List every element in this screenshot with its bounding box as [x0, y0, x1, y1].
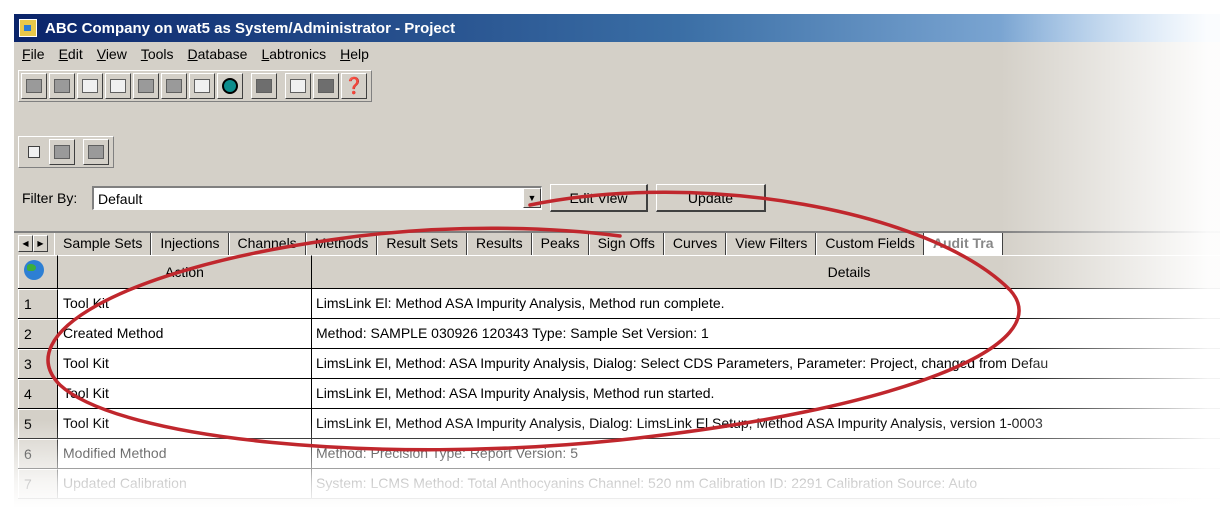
row-number[interactable]: 5 [18, 409, 58, 438]
window-min-icon[interactable] [83, 139, 109, 165]
app-icon [19, 19, 37, 37]
tab-peaks[interactable]: Peaks [531, 233, 589, 255]
cell-action[interactable]: Updated Calibration [58, 469, 312, 498]
save-icon[interactable] [21, 73, 47, 99]
help-cursor-icon[interactable]: ❓ [341, 73, 367, 99]
cell-details[interactable]: System: LCMS Method: Total Anthocyanins … [312, 469, 1220, 498]
tab-methods[interactable]: Methods [305, 233, 378, 255]
chevron-down-icon[interactable]: ▼ [523, 188, 541, 208]
menu-tools[interactable]: Tools [135, 46, 180, 62]
cell-details[interactable]: LimsLink El, Method: ASA Impurity Analys… [312, 349, 1220, 378]
cell-action[interactable]: Tool Kit [58, 289, 312, 318]
column-header-action[interactable]: Action [58, 255, 312, 288]
table-row[interactable]: 1 Tool Kit LimsLink El: Method ASA Impur… [18, 289, 1220, 319]
cell-details[interactable]: LimsLink El, Method: ASA Impurity Analys… [312, 379, 1220, 408]
cell-details[interactable]: Method: SAMPLE 030926 120343 Type: Sampl… [312, 319, 1220, 348]
filter-bar: Filter By: Default ▼ Edit View Update [14, 180, 1220, 218]
page-icon[interactable] [105, 73, 131, 99]
menu-bar: File Edit View Tools Database Labtronics… [14, 42, 375, 66]
tab-scroll: ◀ ▶ [18, 235, 48, 255]
globe-icon [24, 260, 44, 280]
tab-audit-trail[interactable]: Audit Tra [923, 233, 1003, 255]
grid-header: Action Details [18, 255, 1220, 289]
row-number[interactable]: 3 [18, 349, 58, 378]
cell-details[interactable]: Method: Precision Type: Report Version: … [312, 439, 1220, 468]
menu-database[interactable]: Database [182, 46, 254, 62]
tab-channels[interactable]: Channels [228, 233, 306, 255]
menu-view[interactable]: View [91, 46, 133, 62]
grid-corner[interactable] [18, 255, 58, 288]
scroll-right-icon[interactable]: ▶ [33, 235, 48, 252]
query-icon[interactable] [251, 73, 277, 99]
tab-result-sets[interactable]: Result Sets [377, 233, 467, 255]
cell-action[interactable]: Tool Kit [58, 349, 312, 378]
database-icon[interactable] [217, 73, 243, 99]
scroll-left-icon[interactable]: ◀ [18, 235, 33, 252]
cell-details[interactable]: LimsLink El: Method ASA Impurity Analysi… [312, 289, 1220, 318]
properties-icon[interactable] [161, 73, 187, 99]
edit-view-button[interactable]: Edit View [550, 184, 648, 212]
menu-edit[interactable]: Edit [53, 46, 89, 62]
row-number[interactable]: 7 [18, 469, 58, 498]
tab-sign-offs[interactable]: Sign Offs [588, 233, 664, 255]
tab-custom-fields[interactable]: Custom Fields [816, 233, 924, 255]
tab-view-filters[interactable]: View Filters [726, 233, 817, 255]
table-row[interactable]: 7 Updated Calibration System: LCMS Metho… [18, 469, 1220, 499]
table-row[interactable]: 5 Tool Kit LimsLink El, Method ASA Impur… [18, 409, 1220, 439]
menu-labtronics[interactable]: Labtronics [255, 46, 332, 62]
cell-action[interactable]: Tool Kit [58, 409, 312, 438]
tab-sample-sets[interactable]: Sample Sets [54, 233, 152, 255]
wizard-icon[interactable] [189, 73, 215, 99]
copy-icon[interactable] [285, 73, 311, 99]
row-number[interactable]: 6 [18, 439, 58, 468]
table-row[interactable]: 2 Created Method Method: SAMPLE 030926 1… [18, 319, 1220, 349]
cell-action[interactable]: Tool Kit [58, 379, 312, 408]
filter-select[interactable]: Default ▼ [92, 186, 542, 210]
cell-details[interactable]: LimsLink El, Method ASA Impurity Analysi… [312, 409, 1220, 438]
table-row[interactable]: 3 Tool Kit LimsLink El, Method: ASA Impu… [18, 349, 1220, 379]
update-button[interactable]: Update [656, 184, 766, 212]
tab-curves[interactable]: Curves [663, 233, 727, 255]
menu-file[interactable]: File [16, 46, 51, 62]
application-window: ABC Company on wat5 as System/Administra… [14, 14, 1220, 508]
tab-injections[interactable]: Injections [151, 233, 229, 255]
checkbox-icon[interactable] [21, 139, 47, 165]
main-toolbar: ❓ [18, 70, 372, 102]
tab-bar: ◀ ▶ Sample Sets Injections Channels Meth… [14, 231, 1220, 255]
paste-icon[interactable] [313, 73, 339, 99]
print-icon[interactable] [133, 73, 159, 99]
table-row[interactable]: 4 Tool Kit LimsLink El, Method: ASA Impu… [18, 379, 1220, 409]
cell-action[interactable]: Modified Method [58, 439, 312, 468]
filter-label: Filter By: [22, 190, 78, 206]
menu-help[interactable]: Help [334, 46, 375, 62]
window-small-icon[interactable] [49, 139, 75, 165]
row-number[interactable]: 4 [18, 379, 58, 408]
row-number[interactable]: 2 [18, 319, 58, 348]
window-title: ABC Company on wat5 as System/Administra… [45, 19, 456, 37]
cell-action[interactable]: Created Method [58, 319, 312, 348]
table-row[interactable]: 6 Modified Method Method: Precision Type… [18, 439, 1220, 469]
secondary-toolbar [18, 136, 114, 168]
column-header-details[interactable]: Details [312, 255, 1220, 288]
tab-results[interactable]: Results [466, 233, 532, 255]
row-number[interactable]: 1 [18, 289, 58, 318]
title-bar[interactable]: ABC Company on wat5 as System/Administra… [14, 14, 1220, 42]
window-icon[interactable] [77, 73, 103, 99]
audit-grid: Action Details 1 Tool Kit LimsLink El: M… [18, 255, 1220, 499]
save-all-icon[interactable] [49, 73, 75, 99]
filter-selected-value: Default [98, 191, 143, 207]
